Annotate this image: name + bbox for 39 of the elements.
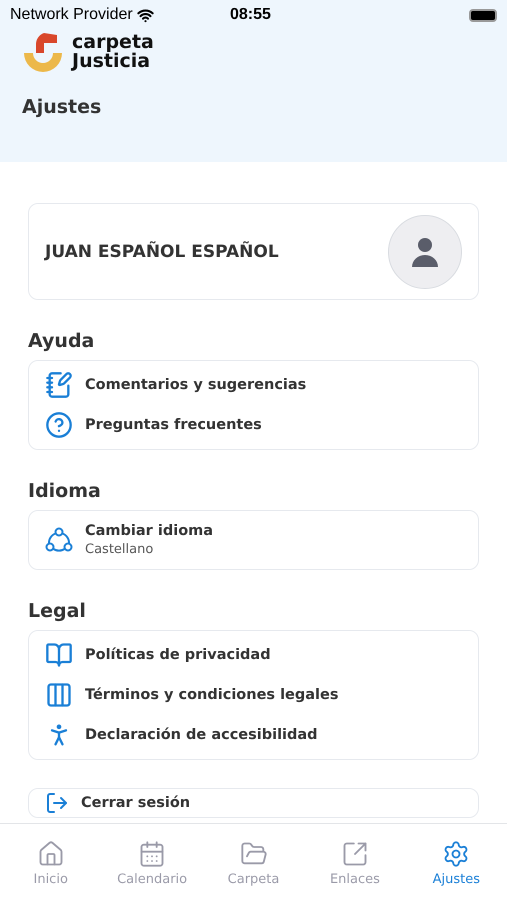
section-title: Legal bbox=[28, 600, 87, 622]
settings-item[interactable]: Términos y condiciones legales bbox=[29, 675, 478, 715]
item-label: Cambiar idioma bbox=[85, 523, 214, 539]
settings-item[interactable]: Declaración de accesibilidad bbox=[29, 715, 478, 755]
external-link-icon bbox=[340, 840, 369, 868]
help-icon bbox=[45, 411, 73, 439]
tab[interactable]: Ajustes bbox=[406, 824, 507, 900]
item-label: Políticas de privacidad bbox=[85, 647, 271, 663]
item-value: Castellano bbox=[85, 542, 154, 557]
logout-icon bbox=[45, 791, 69, 815]
section-title: Idioma bbox=[28, 480, 102, 502]
logo-text: carpeta Justicia bbox=[72, 33, 154, 71]
settings-item[interactable]: Preguntas frecuentes bbox=[29, 405, 478, 445]
item-label: Cerrar sesión bbox=[81, 795, 190, 811]
carrier-name: Network Provider bbox=[10, 6, 133, 24]
item-label: Declaración de accesibilidad bbox=[85, 727, 318, 743]
section-title: Ayuda bbox=[28, 330, 96, 352]
settings-item[interactable]: Cambiar idioma Castellano bbox=[29, 515, 478, 565]
status-time: 08:55 bbox=[230, 6, 272, 24]
edit-note-icon bbox=[45, 371, 73, 399]
settings-icon bbox=[442, 840, 470, 868]
logout-item[interactable]: Cerrar sesión bbox=[28, 788, 479, 818]
home-icon bbox=[36, 840, 65, 868]
open-book-icon bbox=[45, 641, 73, 669]
battery-icon bbox=[469, 8, 497, 22]
share-nodes-icon bbox=[45, 526, 73, 554]
item-label: Preguntas frecuentes bbox=[85, 417, 262, 433]
logo-mark-icon bbox=[22, 31, 64, 73]
settings-item[interactable]: Comentarios y sugerencias bbox=[29, 365, 478, 405]
item-label: Términos y condiciones legales bbox=[85, 687, 338, 703]
columns-icon bbox=[45, 681, 73, 709]
user-name: JUAN ESPAÑOL ESPAÑOL bbox=[45, 242, 279, 262]
settings-item[interactable]: Políticas de privacidad bbox=[29, 635, 478, 675]
calendar-icon bbox=[138, 840, 166, 868]
user-icon bbox=[411, 236, 439, 266]
page-title: Ajustes bbox=[21, 95, 102, 118]
profile-card[interactable]: JUAN ESPAÑOL ESPAÑOL bbox=[28, 203, 479, 300]
wifi-icon bbox=[136, 6, 154, 24]
item-label: Comentarios y sugerencias bbox=[85, 377, 306, 393]
